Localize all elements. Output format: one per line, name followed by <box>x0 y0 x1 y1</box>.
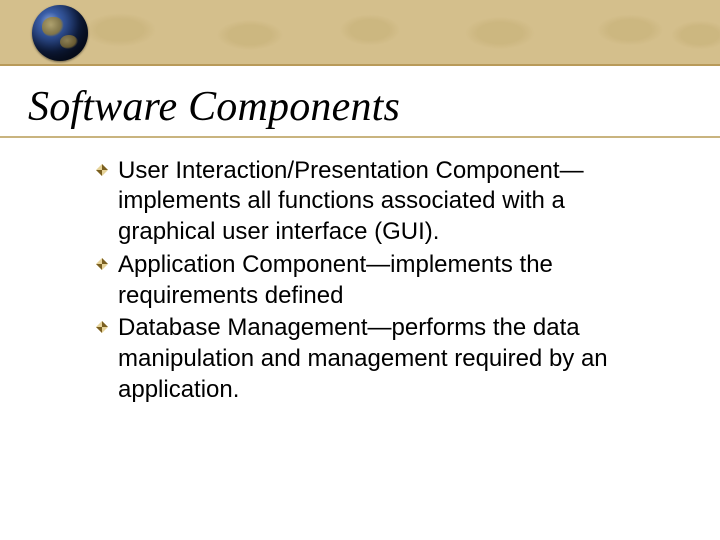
globe-icon <box>32 5 88 61</box>
banner <box>0 0 720 66</box>
slide: Software Components User Interaction/Pre… <box>0 0 720 540</box>
world-map-motif <box>0 0 720 66</box>
bullet-list: User Interaction/Presentation Component—… <box>96 156 660 406</box>
list-item: Application Component—implements the req… <box>96 250 660 311</box>
diamond-bullet-icon <box>96 321 108 333</box>
bullet-text: Database Management—performs the data ma… <box>118 314 608 402</box>
diamond-bullet-icon <box>96 258 108 270</box>
slide-title: Software Components <box>28 84 720 130</box>
list-item: User Interaction/Presentation Component—… <box>96 156 660 248</box>
slide-body: User Interaction/Presentation Component—… <box>96 156 660 406</box>
bullet-text: User Interaction/Presentation Component—… <box>118 157 584 245</box>
list-item: Database Management—performs the data ma… <box>96 313 660 405</box>
diamond-bullet-icon <box>96 164 108 176</box>
banner-underline <box>0 64 720 66</box>
title-underline <box>0 136 720 138</box>
bullet-text: Application Component—implements the req… <box>118 251 553 309</box>
